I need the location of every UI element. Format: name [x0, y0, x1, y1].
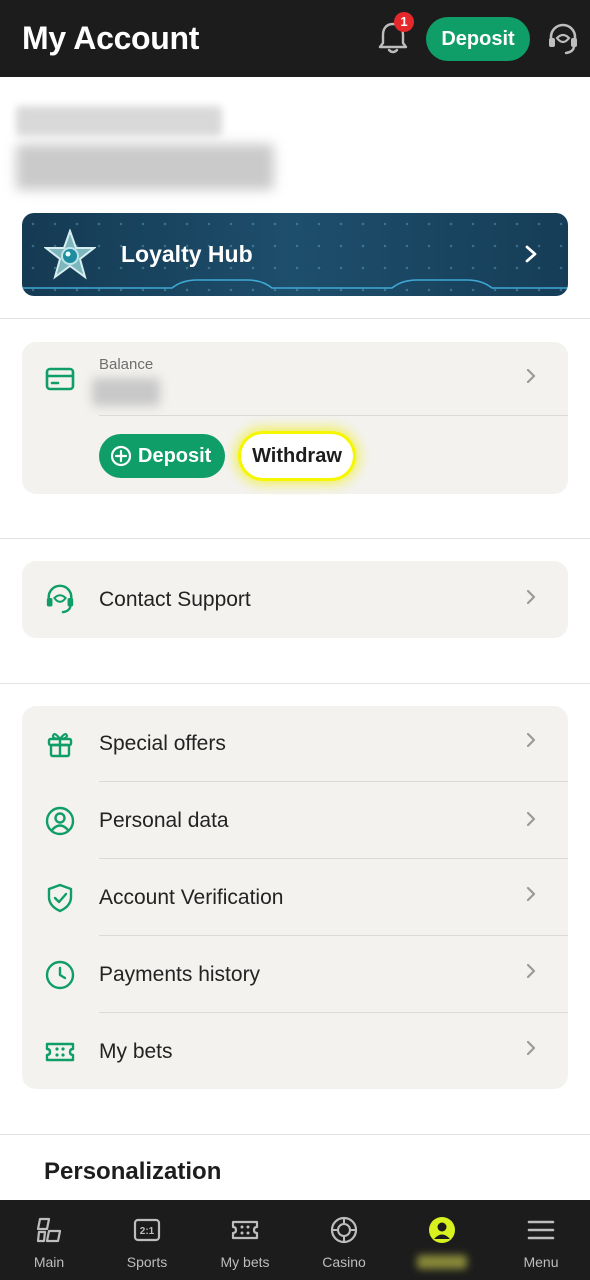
menu-item-personal-data[interactable]: Personal data [22, 782, 568, 859]
chevron-right-icon [526, 811, 536, 827]
balance-deposit-button[interactable]: Deposit [99, 434, 225, 478]
credit-card-icon [45, 367, 75, 391]
withdraw-button[interactable]: Withdraw [241, 434, 353, 478]
loyalty-star-icon [44, 229, 96, 280]
balance-label: Balance [99, 356, 154, 373]
ticket-icon [45, 1042, 75, 1062]
account-menu-card: Special offers Personal data Account Ver… [22, 706, 568, 1089]
nav-label: Sports [126, 1254, 168, 1270]
casino-chip-icon [330, 1216, 358, 1244]
contact-support-label: Contact Support [99, 588, 251, 611]
chevron-right-icon [526, 589, 536, 605]
personalization-title: Personalization [44, 1158, 222, 1185]
chevron-right-icon [526, 886, 536, 902]
gift-icon [47, 733, 73, 758]
balance-card: Balance Deposit Withdraw [22, 342, 568, 494]
sports-icon: 2:1 [133, 1218, 161, 1242]
headset-icon [46, 584, 74, 614]
chevron-right-icon [526, 1040, 536, 1056]
nav-label: Casino [322, 1254, 366, 1270]
nav-label: Main [33, 1254, 65, 1270]
hamburger-icon [527, 1220, 555, 1240]
contact-support-row[interactable]: Contact Support [22, 561, 568, 638]
page-title: My Account [22, 20, 200, 56]
nav-item-account[interactable] [393, 1200, 491, 1280]
balance-value-blurred [92, 378, 160, 406]
nav-item-main[interactable]: Main [0, 1200, 98, 1280]
clock-icon [45, 960, 75, 990]
menu-item-label: Special offers [99, 732, 226, 755]
chevron-right-icon [526, 732, 536, 748]
user-circle-icon [45, 806, 75, 836]
main-icon [36, 1217, 62, 1243]
loyalty-hub-title: Loyalty Hub [121, 241, 253, 267]
user-icon [429, 1217, 455, 1243]
menu-item-label: Personal data [99, 809, 229, 832]
chevron-right-icon[interactable] [524, 367, 538, 385]
ticket-icon [231, 1220, 259, 1240]
divider [0, 1134, 590, 1135]
chevron-right-icon [525, 245, 537, 263]
headset-icon[interactable] [546, 22, 580, 56]
profile-id-blurred [16, 106, 222, 136]
menu-item-account-verification[interactable]: Account Verification [22, 859, 568, 936]
nav-item-my-bets[interactable]: My bets [196, 1200, 294, 1280]
plus-circle-icon [110, 445, 132, 467]
menu-item-special-offers[interactable]: Special offers [22, 706, 568, 782]
notification-badge: 1 [394, 12, 414, 32]
divider [0, 683, 590, 684]
bottom-navigation: Main 2:1 Sports My bets Casino Menu [0, 1200, 590, 1280]
nav-item-casino[interactable]: Casino [295, 1200, 393, 1280]
menu-item-payments-history[interactable]: Payments history [22, 936, 568, 1013]
nav-label: Menu [523, 1254, 559, 1270]
nav-item-sports[interactable]: 2:1 Sports [98, 1200, 196, 1280]
nav-label: My bets [220, 1254, 270, 1270]
row-separator [99, 415, 568, 416]
top-header: My Account 1 Deposit [0, 0, 590, 77]
chevron-right-icon [526, 963, 536, 979]
menu-item-my-bets[interactable]: My bets [22, 1013, 568, 1089]
menu-item-label: Account Verification [99, 886, 284, 909]
balance-deposit-label: Deposit [138, 445, 212, 467]
profile-name-blurred [16, 144, 274, 190]
loyalty-hub-banner[interactable]: Loyalty Hub [22, 213, 568, 296]
menu-item-label: Payments history [99, 963, 261, 986]
header-deposit-button[interactable]: Deposit [426, 17, 530, 61]
banner-wave-decoration [22, 279, 568, 289]
nav-item-menu[interactable]: Menu [492, 1200, 590, 1280]
divider [0, 318, 590, 319]
menu-item-label: My bets [99, 1040, 173, 1063]
shield-check-icon [47, 883, 73, 913]
nav-label-blurred [417, 1255, 467, 1269]
divider [0, 538, 590, 539]
svg-text:2:1: 2:1 [140, 1226, 155, 1237]
